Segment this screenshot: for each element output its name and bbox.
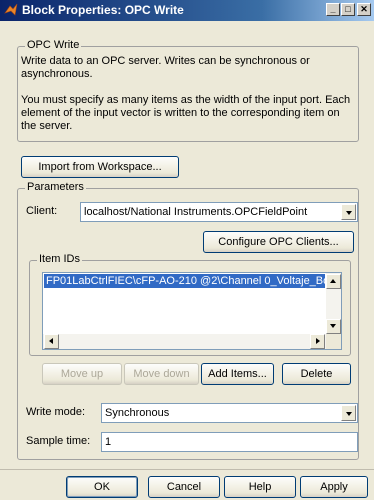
item-ids-legend: Item IDs: [37, 253, 82, 265]
footer-separator: [0, 469, 374, 470]
matlab-icon: [4, 3, 18, 16]
sample-time-value: 1: [105, 436, 112, 448]
write-mode-dropdown[interactable]: Synchronous: [101, 403, 358, 423]
title-bar[interactable]: Block Properties: OPC Write _ □ ✕: [0, 0, 374, 21]
move-up-button[interactable]: Move up: [42, 363, 122, 385]
scrollbar-corner: [326, 334, 341, 349]
move-down-button[interactable]: Move down: [124, 363, 199, 385]
client-value: localhost/National Instruments.OPCFieldP…: [84, 206, 308, 218]
chevron-down-icon[interactable]: [341, 204, 356, 220]
help-button[interactable]: Help: [224, 476, 296, 498]
description-items: You must specify as many items as the wi…: [21, 94, 351, 132]
opc-write-legend: OPC Write: [25, 39, 82, 51]
scroll-left-icon[interactable]: [44, 334, 59, 349]
item-ids-list[interactable]: FP01LabCtrlFIEC\cFP-AO-210 @2\Channel 0_…: [42, 272, 342, 350]
chevron-down-icon[interactable]: [341, 405, 356, 421]
minimize-icon[interactable]: _: [326, 3, 340, 16]
scroll-up-icon[interactable]: [326, 274, 341, 289]
ok-button[interactable]: OK: [66, 476, 138, 498]
maximize-icon[interactable]: □: [341, 3, 355, 16]
client-dropdown[interactable]: localhost/National Instruments.OPCFieldP…: [80, 202, 358, 222]
window-title: Block Properties: OPC Write: [22, 3, 184, 17]
sample-time-input[interactable]: 1: [101, 432, 358, 452]
apply-button[interactable]: Apply: [300, 476, 368, 498]
import-from-workspace-button[interactable]: Import from Workspace...: [21, 156, 179, 178]
configure-opc-clients-button[interactable]: Configure OPC Clients...: [203, 231, 354, 253]
write-mode-value: Synchronous: [105, 407, 170, 419]
list-item[interactable]: FP01LabCtrlFIEC\cFP-AO-210 @2\Channel 0_…: [44, 274, 325, 288]
write-mode-label: Write mode:: [26, 406, 86, 418]
add-items-button[interactable]: Add Items...: [201, 363, 274, 385]
scroll-right-icon[interactable]: [310, 334, 325, 349]
vertical-scrollbar[interactable]: [326, 273, 341, 334]
horizontal-scrollbar[interactable]: [43, 334, 326, 349]
parameters-legend: Parameters: [25, 181, 86, 193]
opc-write-group: OPC Write Write data to an OPC server. W…: [17, 39, 359, 142]
delete-button[interactable]: Delete: [282, 363, 351, 385]
close-icon[interactable]: ✕: [357, 3, 371, 16]
description-general: Write data to an OPC server. Writes can …: [21, 55, 310, 80]
cancel-button[interactable]: Cancel: [148, 476, 220, 498]
client-label: Client:: [26, 205, 58, 217]
scroll-down-icon[interactable]: [326, 319, 341, 334]
sample-time-label: Sample time:: [26, 435, 91, 447]
